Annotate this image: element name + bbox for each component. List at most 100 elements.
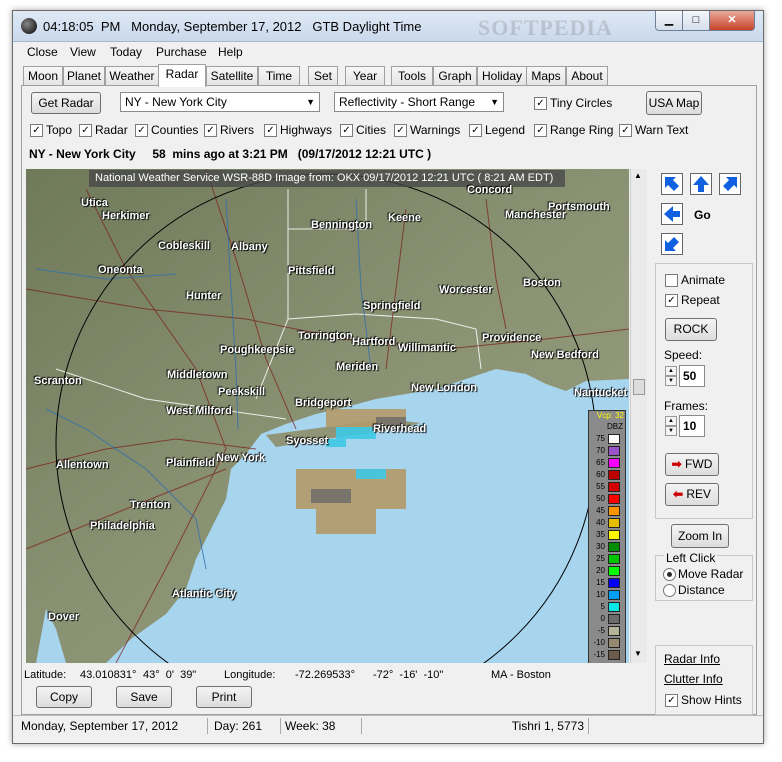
print-button[interactable]: Print bbox=[196, 686, 252, 708]
layer-range-ring-checkbox[interactable]: ✓ bbox=[534, 124, 547, 137]
app-icon[interactable] bbox=[21, 18, 37, 34]
legend-row: 15 bbox=[589, 577, 625, 589]
menu-close[interactable]: Close bbox=[27, 45, 58, 59]
save-button[interactable]: Save bbox=[116, 686, 172, 708]
tab-time[interactable]: Time bbox=[258, 66, 300, 86]
pan-west-button[interactable] bbox=[661, 203, 683, 225]
legend-swatch bbox=[608, 626, 620, 636]
move-radar-radio[interactable] bbox=[663, 568, 676, 581]
layer-warn-text-checkbox[interactable]: ✓ bbox=[619, 124, 632, 137]
title-timezone: GTB Daylight Time bbox=[312, 19, 422, 34]
legend-row: -10 bbox=[589, 637, 625, 649]
clutter-info-link[interactable]: Clutter Info bbox=[664, 672, 723, 686]
city-label: Nantucket bbox=[574, 387, 628, 399]
maximize-button[interactable]: □ bbox=[682, 11, 710, 31]
frames-value[interactable]: 10 bbox=[679, 415, 705, 437]
city-label: Utica bbox=[81, 197, 108, 209]
legend-row: 35 bbox=[589, 529, 625, 541]
menu-today[interactable]: Today bbox=[110, 45, 142, 59]
title-bar[interactable]: 04:18:05 PM Monday, September 17, 2012 G… bbox=[13, 11, 763, 42]
nearest-station: MA - Boston bbox=[491, 669, 551, 681]
tab-strip: Moon Planet Weather Radar Satellite Time… bbox=[23, 64, 753, 87]
legend-value: 0 bbox=[600, 614, 605, 623]
layer-topo-checkbox[interactable]: ✓ bbox=[30, 124, 43, 137]
product-select-value: Reflectivity - Short Range bbox=[339, 95, 476, 109]
move-radar-label: Move Radar bbox=[678, 567, 744, 581]
layer-radar-checkbox[interactable]: ✓ bbox=[79, 124, 92, 137]
title-clock: 04:18:05 PM bbox=[43, 19, 121, 34]
city-label: Poughkeepsie bbox=[220, 344, 295, 356]
layer-warnings-checkbox[interactable]: ✓ bbox=[394, 124, 407, 137]
tab-holiday[interactable]: Holiday bbox=[477, 66, 527, 86]
station-status-line: NY - New York City 58 mins ago at 3:21 P… bbox=[29, 147, 432, 161]
tab-tools[interactable]: Tools bbox=[391, 66, 433, 86]
usa-map-button[interactable]: USA Map bbox=[646, 91, 702, 115]
tab-about[interactable]: About bbox=[566, 66, 608, 86]
tiny-circles-checkbox[interactable]: ✓ bbox=[534, 97, 547, 110]
minimize-button[interactable]: ▁ bbox=[655, 11, 683, 31]
show-hints-label: Show Hints bbox=[681, 693, 742, 707]
city-label: New York bbox=[216, 452, 266, 464]
rock-button[interactable]: ROCK bbox=[665, 318, 717, 341]
stepper-down-icon[interactable]: ▼ bbox=[665, 376, 677, 386]
layer-cities-checkbox[interactable]: ✓ bbox=[340, 124, 353, 137]
scroll-down-icon[interactable]: ▼ bbox=[634, 649, 642, 658]
layer-warnings-label: Warnings bbox=[410, 123, 461, 137]
city-label: Cobleskill bbox=[158, 240, 210, 252]
speed-value[interactable]: 50 bbox=[679, 365, 705, 387]
legend-row: 65 bbox=[589, 457, 625, 469]
tab-year[interactable]: Year bbox=[345, 66, 385, 86]
copy-button[interactable]: Copy bbox=[36, 686, 92, 708]
menu-purchase[interactable]: Purchase bbox=[156, 45, 207, 59]
legend-row: 0 bbox=[589, 613, 625, 625]
pan-north-button[interactable] bbox=[690, 173, 712, 195]
go-label[interactable]: Go bbox=[694, 208, 711, 222]
layer-rivers-checkbox[interactable]: ✓ bbox=[204, 124, 217, 137]
distance-radio[interactable] bbox=[663, 584, 676, 597]
forward-button[interactable]: ➡ FWD bbox=[665, 453, 719, 476]
pan-southwest-button[interactable] bbox=[661, 233, 683, 255]
tab-maps[interactable]: Maps bbox=[526, 66, 566, 86]
animate-checkbox[interactable] bbox=[665, 274, 678, 287]
close-window-button[interactable]: ✕ bbox=[709, 11, 755, 31]
stepper-down-icon[interactable]: ▼ bbox=[665, 426, 677, 436]
frames-stepper[interactable]: ▲ ▼ bbox=[665, 416, 677, 438]
menu-view[interactable]: View bbox=[70, 45, 96, 59]
legend-row: 10 bbox=[589, 589, 625, 601]
radar-info-link[interactable]: Radar Info bbox=[664, 652, 720, 666]
menu-help[interactable]: Help bbox=[218, 45, 243, 59]
tab-moon[interactable]: Moon bbox=[23, 66, 63, 86]
legend-swatch bbox=[608, 518, 620, 528]
tab-satellite[interactable]: Satellite bbox=[206, 66, 258, 86]
city-label: Herkimer bbox=[102, 210, 150, 222]
stepper-up-icon[interactable]: ▲ bbox=[665, 416, 677, 426]
scroll-thumb[interactable] bbox=[633, 379, 645, 395]
city-label: New London bbox=[411, 382, 477, 394]
show-hints-checkbox[interactable]: ✓ bbox=[665, 694, 678, 707]
city-label: Bridgeport bbox=[295, 397, 352, 409]
zoom-in-button[interactable]: Zoom In bbox=[671, 524, 729, 548]
scroll-up-icon[interactable]: ▲ bbox=[634, 171, 642, 180]
reverse-button[interactable]: ⬅ REV bbox=[665, 483, 719, 506]
layer-legend-checkbox[interactable]: ✓ bbox=[469, 124, 482, 137]
product-select[interactable]: Reflectivity - Short Range ▼ bbox=[334, 92, 504, 112]
station-select[interactable]: NY - New York City ▼ bbox=[120, 92, 320, 112]
layer-counties-checkbox[interactable]: ✓ bbox=[135, 124, 148, 137]
layer-highways-checkbox[interactable]: ✓ bbox=[264, 124, 277, 137]
pan-northeast-button[interactable] bbox=[719, 173, 741, 195]
get-radar-button[interactable]: Get Radar bbox=[31, 92, 101, 114]
layer-topo-label: Topo bbox=[46, 123, 73, 137]
tab-radar[interactable]: Radar bbox=[158, 64, 206, 87]
stepper-up-icon[interactable]: ▲ bbox=[665, 366, 677, 376]
tab-planet[interactable]: Planet bbox=[63, 66, 105, 86]
repeat-checkbox[interactable]: ✓ bbox=[665, 294, 678, 307]
layer-legend-label: Legend bbox=[485, 123, 526, 137]
pan-northwest-button[interactable] bbox=[661, 173, 683, 195]
speed-stepper[interactable]: ▲ ▼ bbox=[665, 366, 677, 388]
radar-map[interactable]: National Weather Service WSR-88D Image f… bbox=[26, 169, 629, 663]
tab-weather[interactable]: Weather bbox=[105, 66, 159, 86]
tab-graph[interactable]: Graph bbox=[433, 66, 477, 86]
tab-set[interactable]: Set bbox=[308, 66, 338, 86]
map-scrollbar[interactable]: ▲ ▼ bbox=[630, 169, 647, 663]
layer-counties-label: Counties bbox=[151, 123, 199, 137]
